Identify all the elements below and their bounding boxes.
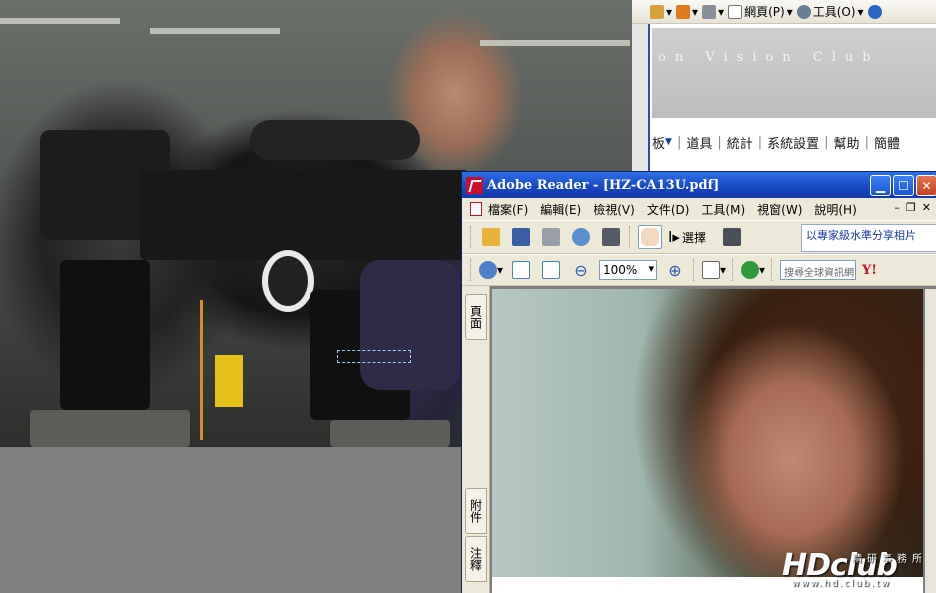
- maximize-icon: ☐: [898, 178, 909, 193]
- select-tool-label: 選擇: [681, 230, 706, 245]
- tab-comments[interactable]: 注釋: [465, 536, 487, 582]
- magnifier-icon: [479, 261, 497, 279]
- tools-menu[interactable]: 工具(O) ▾: [796, 3, 864, 20]
- doc-close-icon[interactable]: ✕: [922, 201, 931, 214]
- menu-window[interactable]: 視窗(W): [757, 201, 802, 218]
- document-icon: [470, 202, 482, 216]
- tab-attachments[interactable]: 附件: [465, 488, 487, 534]
- help-icon: [741, 261, 759, 279]
- hand-icon: [641, 228, 659, 246]
- fit-page-button[interactable]: [509, 258, 533, 282]
- gear-icon: [796, 4, 811, 19]
- help-icon: [867, 4, 882, 19]
- menu-item-help[interactable]: 幫助: [834, 133, 860, 152]
- select-tool-button[interactable]: I▸ 選擇: [668, 225, 714, 249]
- rss-icon: [676, 4, 691, 19]
- menu-item-tools[interactable]: 道具: [686, 133, 712, 152]
- maximize-button[interactable]: ☐: [893, 175, 914, 196]
- minus-icon: ⊖: [574, 260, 588, 280]
- reader-toolbar-view: ▾ ⊖ 100% ⊕ ▾ ▾ 搜尋全球資訊網 Y!: [462, 254, 936, 286]
- watermark-url-text: www.hd.club.tw: [792, 579, 892, 589]
- reader-toolbar-main: I▸ 選擇 以專家級水準分享相片: [462, 220, 936, 254]
- help-doc-button[interactable]: ▾: [741, 258, 765, 282]
- document-photo-woman-portrait: [492, 289, 923, 577]
- email-icon: [572, 228, 590, 246]
- email-button[interactable]: [569, 225, 593, 249]
- page-icon: [728, 4, 743, 19]
- reader-menu-bar: 檔案(F) 編輯(E) 檢視(V) 文件(D) 工具(M) 視窗(W) 說明(H…: [462, 198, 936, 220]
- snapshot-button[interactable]: [720, 225, 744, 249]
- home-icon: [650, 4, 664, 19]
- page-menu[interactable]: 網頁(P) ▾: [728, 3, 793, 20]
- zoom-tool-button[interactable]: ▾: [479, 258, 503, 282]
- search-button[interactable]: [599, 225, 623, 249]
- fit-width-icon: [542, 261, 560, 279]
- tools-menu-label: 工具(O): [812, 5, 856, 19]
- menu-item-stats[interactable]: 統計: [727, 133, 753, 152]
- printer-icon: [542, 228, 560, 246]
- browser-toolbar: ▾ ▾ ▾ 網頁(P) ▾ 工具(O) ▾: [632, 0, 936, 24]
- printer-icon: [702, 4, 717, 19]
- site-menu: 板 ▼ | 道具 | 統計 | 系統設置 | 幫助 | 簡體: [652, 133, 900, 152]
- reader-title-bar[interactable]: Adobe Reader - [HZ-CA13U.pdf] ▁ ☐ ✕: [462, 172, 936, 198]
- window-title: Adobe Reader - [HZ-CA13U.pdf]: [487, 177, 720, 193]
- watermark-chinese-text: 精研事務所: [852, 554, 927, 565]
- zoom-out-button[interactable]: ⊖: [569, 258, 593, 282]
- rotate-icon: [702, 261, 720, 279]
- zoom-in-button[interactable]: ⊕: [663, 258, 687, 282]
- menu-edit[interactable]: 編輯(E): [540, 201, 581, 218]
- menu-item-settings[interactable]: 系統設置: [767, 133, 819, 152]
- zoom-level-select[interactable]: 100%: [599, 260, 657, 280]
- camera-icon: [722, 228, 741, 246]
- home-button[interactable]: ▾: [650, 4, 672, 19]
- selection-marquee: [337, 350, 411, 363]
- menu-document[interactable]: 文件(D): [647, 201, 690, 218]
- menu-tools[interactable]: 工具(M): [701, 201, 745, 218]
- print-doc-button[interactable]: [539, 225, 563, 249]
- minimize-icon: ▁: [875, 178, 886, 193]
- plus-icon: ⊕: [668, 260, 682, 280]
- menu-file[interactable]: 檔案(F): [488, 201, 528, 218]
- fit-page-icon: [512, 261, 530, 279]
- tab-pages[interactable]: 頁面: [465, 294, 487, 340]
- save-icon: [512, 228, 530, 246]
- page-menu-label: 網頁(P): [744, 5, 785, 19]
- rotate-button[interactable]: ▾: [702, 258, 726, 282]
- menu-help[interactable]: 說明(H): [814, 201, 856, 218]
- folder-icon: [482, 228, 500, 246]
- menu-item-simplified[interactable]: 簡體: [874, 133, 900, 152]
- fit-width-button[interactable]: [539, 258, 563, 282]
- hdclub-watermark: HDclub 精研事務所 www.hd.club.tw: [782, 548, 932, 590]
- menu-item-partial[interactable]: 板: [652, 133, 665, 152]
- binoculars-icon: [602, 228, 620, 246]
- close-button[interactable]: ✕: [916, 175, 936, 196]
- photo-share-ad[interactable]: 以專家級水準分享相片: [801, 224, 936, 252]
- document-viewport[interactable]: [490, 286, 936, 593]
- adobe-reader-icon: [466, 176, 483, 194]
- close-icon: ✕: [921, 178, 932, 193]
- toolbar-grip[interactable]: [470, 259, 473, 281]
- yahoo-logo[interactable]: Y!: [862, 263, 877, 278]
- menu-view[interactable]: 檢視(V): [593, 201, 635, 218]
- save-button[interactable]: [509, 225, 533, 249]
- toolbar-grip[interactable]: [732, 259, 735, 281]
- open-button[interactable]: [479, 225, 503, 249]
- feeds-button[interactable]: ▾: [676, 4, 698, 19]
- site-banner: on Vision Club: [652, 28, 936, 118]
- toolbar-grip[interactable]: [771, 259, 774, 281]
- hand-tool-button[interactable]: [638, 225, 662, 249]
- text-cursor-icon: I▸: [668, 228, 680, 246]
- navigation-tabs: 頁面 附件 注釋: [462, 286, 490, 593]
- web-search-input[interactable]: 搜尋全球資訊網: [780, 260, 856, 280]
- doc-minimize-icon[interactable]: –: [894, 201, 900, 214]
- minimize-button[interactable]: ▁: [870, 175, 891, 196]
- adobe-reader-window: Adobe Reader - [HZ-CA13U.pdf] ▁ ☐ ✕ 檔案(F…: [461, 171, 936, 593]
- print-button[interactable]: ▾: [702, 4, 724, 19]
- toolbar-grip[interactable]: [470, 226, 473, 248]
- toolbar-grip[interactable]: [693, 259, 696, 281]
- doc-restore-icon[interactable]: ❐: [906, 201, 916, 214]
- toolbar-grip[interactable]: [629, 226, 632, 248]
- help-button[interactable]: [867, 4, 882, 19]
